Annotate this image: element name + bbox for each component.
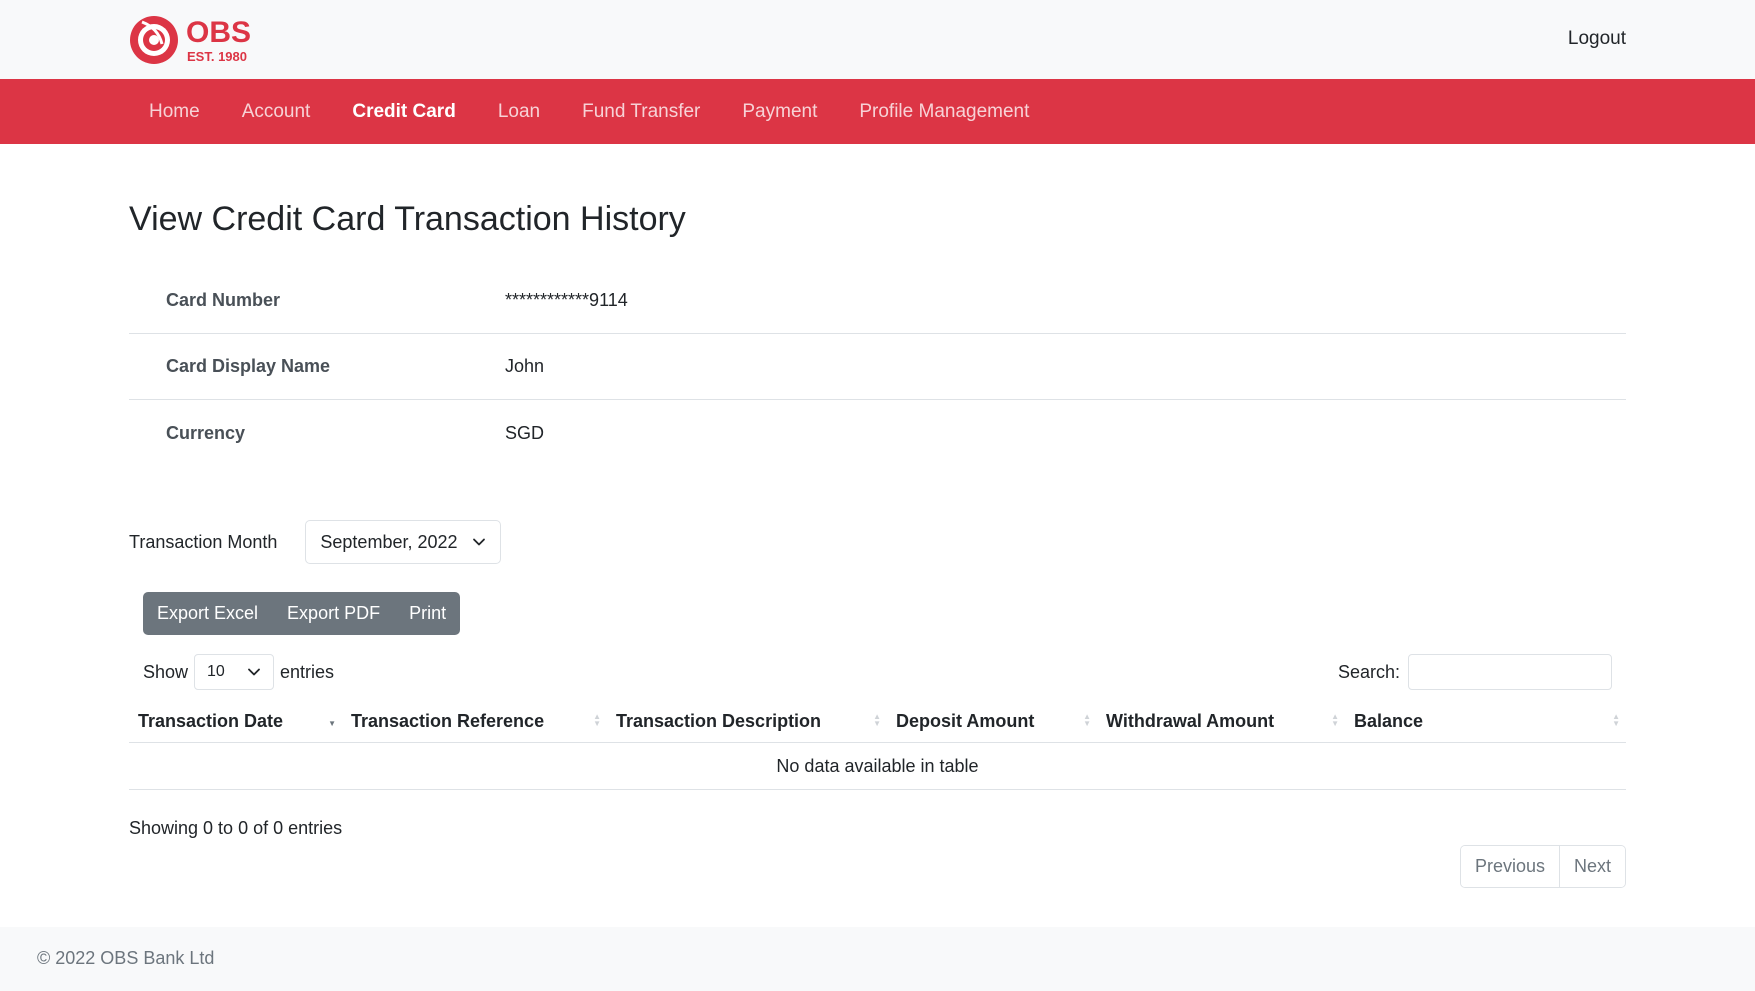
obs-logo-icon (130, 16, 178, 64)
brand-name: OBS (186, 15, 252, 49)
sort-icon: ▲▼ (873, 711, 881, 728)
nav-items: Home Account Credit Card Loan Fund Transfer P… (128, 79, 1050, 144)
card-info-label: Card Number (166, 290, 281, 310)
column-header-withdrawal-amount[interactable]: Withdrawal Amount ▲ ▼ (1097, 700, 1345, 743)
pagination: Previous Next (1459, 845, 1626, 888)
show-label: Show (143, 661, 189, 682)
copyright-text: © 2022 OBS Bank Ltd (37, 948, 215, 968)
page-length-control: Show 10 entries (143, 654, 334, 690)
nav-item-fund-transfer[interactable]: Fund Transfer (561, 101, 721, 123)
column-header-label: Deposit Amount (896, 710, 1035, 731)
table-search: Search: (1338, 654, 1612, 690)
transaction-month-filter: Transaction Month September, 2022 (129, 520, 502, 564)
table-empty-row: No data available in table (129, 743, 1626, 790)
main-nav: Home Account Credit Card Loan Fund Transfer P… (0, 79, 1755, 144)
column-header-label: Transaction Reference (351, 710, 545, 731)
transaction-month-label: Transaction Month (129, 531, 278, 552)
nav-item-home[interactable]: Home (128, 101, 221, 123)
next-page-button[interactable]: Next (1558, 846, 1625, 887)
card-info-value: John (505, 356, 545, 376)
card-info-table: Card Number ************9114 Card Display … (129, 268, 1626, 466)
card-info-row: Currency SGD (129, 400, 1626, 466)
nav-item-account[interactable]: Account (221, 101, 332, 123)
brand-tagline: EST. 1980 (187, 48, 247, 64)
card-info-label: Currency (166, 422, 246, 443)
column-header-label: Withdrawal Amount (1106, 710, 1275, 731)
brand-logo[interactable]: OBS EST. 1980 (128, 14, 251, 66)
sort-icon: ▲▼ (1083, 711, 1091, 728)
column-header-deposit-amount[interactable]: Deposit Amount ▲ ▼ (887, 700, 1097, 743)
transaction-month-select[interactable]: September, 2022 (305, 520, 502, 564)
export-pdf-button[interactable]: Export PDF (272, 592, 394, 635)
transaction-table: Transaction Date ▲▼ Transaction Reference ▲… (129, 700, 1626, 790)
previous-page-button[interactable]: Previous (1460, 846, 1559, 887)
card-info-value: ************9114 (505, 290, 628, 310)
card-info-row: Card Display Name John (129, 334, 1626, 400)
table-header-row: Transaction Date ▲▼ Transaction Reference ▲… (129, 700, 1626, 743)
pagination-info: Showing 0 to 0 of 0 entries (129, 818, 343, 838)
print-button[interactable]: Print (394, 592, 460, 635)
sort-icon: ▲▼ (1331, 711, 1339, 728)
column-header-label: Transaction Description (616, 710, 822, 731)
chevron-down-icon (248, 668, 260, 676)
chevron-down-icon (473, 538, 486, 546)
sort-icon: ▲▼ (328, 718, 336, 728)
nav-item-payment[interactable]: Payment (721, 101, 838, 123)
card-info-value: SGD (505, 422, 545, 443)
page-title: View Credit Card Transaction History (129, 200, 686, 238)
top-bar: OBS EST. 1980 Logout (0, 0, 1755, 79)
brand-wordmark: OBS EST. 1980 (186, 15, 252, 64)
column-header-transaction-description[interactable]: Transaction Description ▲ ▼ (607, 700, 887, 743)
card-info-row: Card Number ************9114 (129, 268, 1626, 334)
nav-item-profile-management[interactable]: Profile Management (838, 101, 1050, 123)
card-info-label: Card Display Name (166, 356, 331, 376)
footer: © 2022 OBS Bank Ltd (0, 927, 1755, 991)
export-excel-button[interactable]: Export Excel (143, 592, 272, 635)
column-header-balance[interactable]: Balance ▲ ▼ (1345, 700, 1626, 743)
nav-item-loan[interactable]: Loan (477, 101, 561, 123)
search-input[interactable] (1408, 654, 1612, 690)
sort-icon: ▲▼ (593, 711, 601, 728)
column-header-transaction-date[interactable]: Transaction Date ▲▼ (129, 700, 342, 743)
column-header-transaction-reference[interactable]: Transaction Reference ▲ ▼ (342, 700, 607, 743)
column-header-label: Transaction Date (138, 710, 284, 731)
logout-link[interactable]: Logout (1568, 28, 1626, 50)
transaction-month-value: September, 2022 (320, 531, 458, 552)
entries-label: entries (280, 661, 335, 682)
column-header-label: Balance (1354, 710, 1424, 731)
search-label: Search: (1337, 661, 1400, 682)
export-button-group: Export Excel Export PDF Print (143, 592, 461, 635)
page-length-value: 10 (207, 663, 225, 680)
nav-item-credit-card[interactable]: Credit Card (331, 101, 476, 123)
page-length-select[interactable]: 10 (194, 654, 275, 690)
sort-icon: ▲▼ (1612, 711, 1620, 728)
